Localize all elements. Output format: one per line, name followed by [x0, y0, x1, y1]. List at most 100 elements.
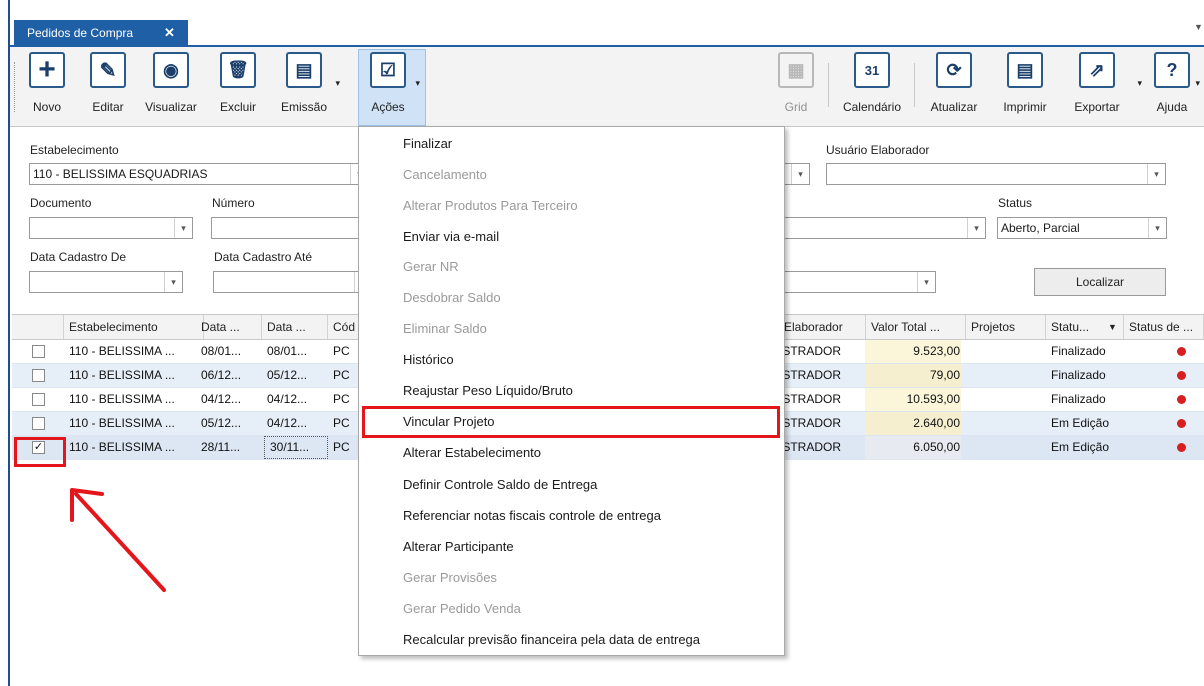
header-select[interactable]	[12, 315, 64, 339]
grid-button[interactable]: ▦ Grid	[776, 52, 816, 114]
cell-estabelecimento: 110 - BELISSIMA ...	[69, 416, 175, 430]
usuario-elaborador-combo[interactable]: ▾	[826, 163, 1166, 185]
novo-button[interactable]: + Novo	[25, 52, 69, 114]
window-left-border	[0, 0, 10, 686]
header-valor-total[interactable]: Valor Total ...	[866, 315, 966, 339]
calendario-button[interactable]: 31 Calendário	[836, 52, 908, 114]
ajuda-button[interactable]: ? Ajuda ▾	[1150, 52, 1200, 114]
chevron-down-icon[interactable]: ▾	[791, 164, 809, 184]
status-dot-icon	[1177, 395, 1186, 404]
menu-item-alterar-estabelecimento[interactable]: Alterar Estabelecimento	[403, 445, 541, 460]
data-cadastro-de-field[interactable]: ▾	[29, 271, 183, 293]
cell-data-2: 08/01...	[267, 344, 308, 358]
visualizar-label: Visualizar	[145, 100, 197, 114]
status-dot-icon	[1177, 347, 1186, 356]
row-checkbox[interactable]	[32, 345, 45, 358]
data-cadastro-de-label: Data Cadastro De	[30, 250, 127, 264]
numero-label: Número	[212, 196, 255, 210]
row-checkbox[interactable]	[32, 393, 45, 406]
excluir-button[interactable]: 🗑 Excluir	[214, 52, 262, 114]
numero-input[interactable]	[211, 217, 371, 239]
emissao-dropdown-icon[interactable]: ▾	[335, 78, 340, 89]
visualizar-button[interactable]: ◉ Visualizar	[139, 52, 203, 114]
editar-label: Editar	[92, 100, 124, 114]
cell-elaborador: ISTRADOR	[779, 368, 842, 382]
export-icon: ⇗	[1079, 52, 1115, 88]
header-status-label: Statu...	[1051, 320, 1090, 334]
imprimir-label: Imprimir	[1003, 100, 1047, 114]
editar-button[interactable]: ✎ Editar	[83, 52, 133, 114]
acoes-button[interactable]: ☑ Ações ▾	[362, 52, 420, 114]
status-dot-icon	[1177, 419, 1186, 428]
menu-item-enviar-email[interactable]: Enviar via e-mail	[403, 229, 499, 244]
pencil-icon: ✎	[90, 52, 126, 88]
cell-estabelecimento: 110 - BELISSIMA ...	[69, 344, 175, 358]
chevron-down-icon[interactable]: ▾	[967, 218, 985, 238]
cell-data-2-focused[interactable]: 30/11...	[264, 436, 328, 459]
menu-item-definir-controle-saldo[interactable]: Definir Controle Saldo de Entrega	[403, 477, 597, 492]
chevron-down-icon[interactable]: ▾	[1148, 218, 1166, 238]
status-combo[interactable]: Aberto, Parcial ▾	[997, 217, 1167, 239]
usuario-elaborador-label: Usuário Elaborador	[826, 143, 930, 157]
menu-item-referenciar-notas[interactable]: Referenciar notas fiscais controle de en…	[403, 508, 661, 523]
cell-status: Finalizado	[1051, 344, 1106, 358]
menu-item-reajustar-peso[interactable]: Reajustar Peso Líquido/Bruto	[403, 383, 573, 398]
acoes-label: Ações	[371, 100, 405, 114]
cell-data-1: 08/01...	[201, 344, 242, 358]
grid-icon: ▦	[778, 52, 814, 88]
row-checkbox[interactable]	[32, 417, 45, 430]
exportar-button[interactable]: ⇗ Exportar ▾	[1064, 52, 1142, 114]
eye-icon: ◉	[153, 52, 189, 88]
acoes-dropdown-icon[interactable]: ▾	[415, 78, 420, 89]
chevron-down-icon[interactable]: ▾	[917, 272, 935, 292]
documento-combo[interactable]: ▾	[29, 217, 193, 239]
header-status[interactable]: Statu... ▼	[1046, 315, 1124, 339]
menu-item-historico[interactable]: Histórico	[403, 352, 454, 367]
emissao-label: Emissão	[280, 100, 327, 114]
imprimir-button[interactable]: ▤ Imprimir	[994, 52, 1056, 114]
cell-elaborador: ISTRADOR	[779, 344, 842, 358]
menu-item-alterar-participante[interactable]: Alterar Participante	[403, 539, 514, 554]
hidden-combo-a[interactable]: ▾	[782, 163, 810, 185]
menu-item-cancelamento: Cancelamento	[403, 167, 487, 182]
chevron-down-icon[interactable]: ▾	[1147, 164, 1165, 184]
chevron-down-icon[interactable]: ▾	[174, 218, 192, 238]
localizar-button[interactable]: Localizar	[1034, 268, 1166, 296]
estabelecimento-combo[interactable]: 110 - BELISSIMA ESQUADRIAS ▾	[29, 163, 369, 185]
atualizar-label: Atualizar	[930, 100, 978, 114]
cell-status: Em Edição	[1051, 440, 1110, 454]
cell-status: Finalizado	[1051, 368, 1106, 382]
emissao-button[interactable]: ▤ Emissão ▾	[272, 52, 340, 114]
header-elaborador[interactable]: Elaborador	[778, 315, 866, 339]
exportar-dropdown-icon[interactable]: ▾	[1137, 78, 1142, 89]
partial-combo[interactable]: ▾	[776, 217, 986, 239]
highlight-box-checkbox	[14, 437, 66, 467]
header-projetos[interactable]: Projetos	[966, 315, 1046, 339]
cell-valor-total: 10.593,00	[906, 392, 960, 406]
cell-estabelecimento: 110 - BELISSIMA ...	[69, 368, 175, 382]
extra-combo[interactable]: ▾	[776, 271, 936, 293]
header-status-de[interactable]: Status de ...	[1124, 315, 1204, 339]
excluir-label: Excluir	[219, 100, 256, 114]
grid-label: Grid	[784, 100, 808, 114]
chevron-down-icon[interactable]: ▾	[164, 272, 182, 292]
row-checkbox[interactable]	[32, 369, 45, 382]
menu-item-finalizar[interactable]: Finalizar	[403, 136, 452, 151]
menu-item-recalcular-previsao[interactable]: Recalcular previsão financeira pela data…	[403, 632, 700, 647]
tab-overflow-icon[interactable]: ▼	[1194, 22, 1203, 32]
tab-title: Pedidos de Compra	[27, 26, 134, 40]
refresh-icon: ⟳	[936, 52, 972, 88]
header-estabelecimento[interactable]: Estabelecimento	[64, 315, 204, 339]
ajuda-dropdown-icon[interactable]: ▾	[1195, 78, 1200, 89]
menu-item-alterar-produtos-terceiro: Alterar Produtos Para Terceiro	[403, 198, 578, 213]
tab-pedidos-de-compra[interactable]: Pedidos de Compra ✕	[14, 20, 188, 46]
data-cadastro-ate-field[interactable]: ▾	[213, 271, 373, 293]
header-data-2[interactable]: Data ...	[262, 315, 328, 339]
status-dot-icon	[1177, 371, 1186, 380]
cell-data-1: 28/11...	[201, 440, 241, 454]
atualizar-button[interactable]: ⟳ Atualizar	[920, 52, 988, 114]
acoes-dropdown-menu: Finalizar Cancelamento Alterar Produtos …	[358, 126, 785, 656]
tab-close-icon[interactable]: ✕	[164, 20, 175, 46]
header-data-1[interactable]: Data ...	[196, 315, 262, 339]
sort-desc-icon[interactable]: ▼	[1108, 315, 1117, 339]
